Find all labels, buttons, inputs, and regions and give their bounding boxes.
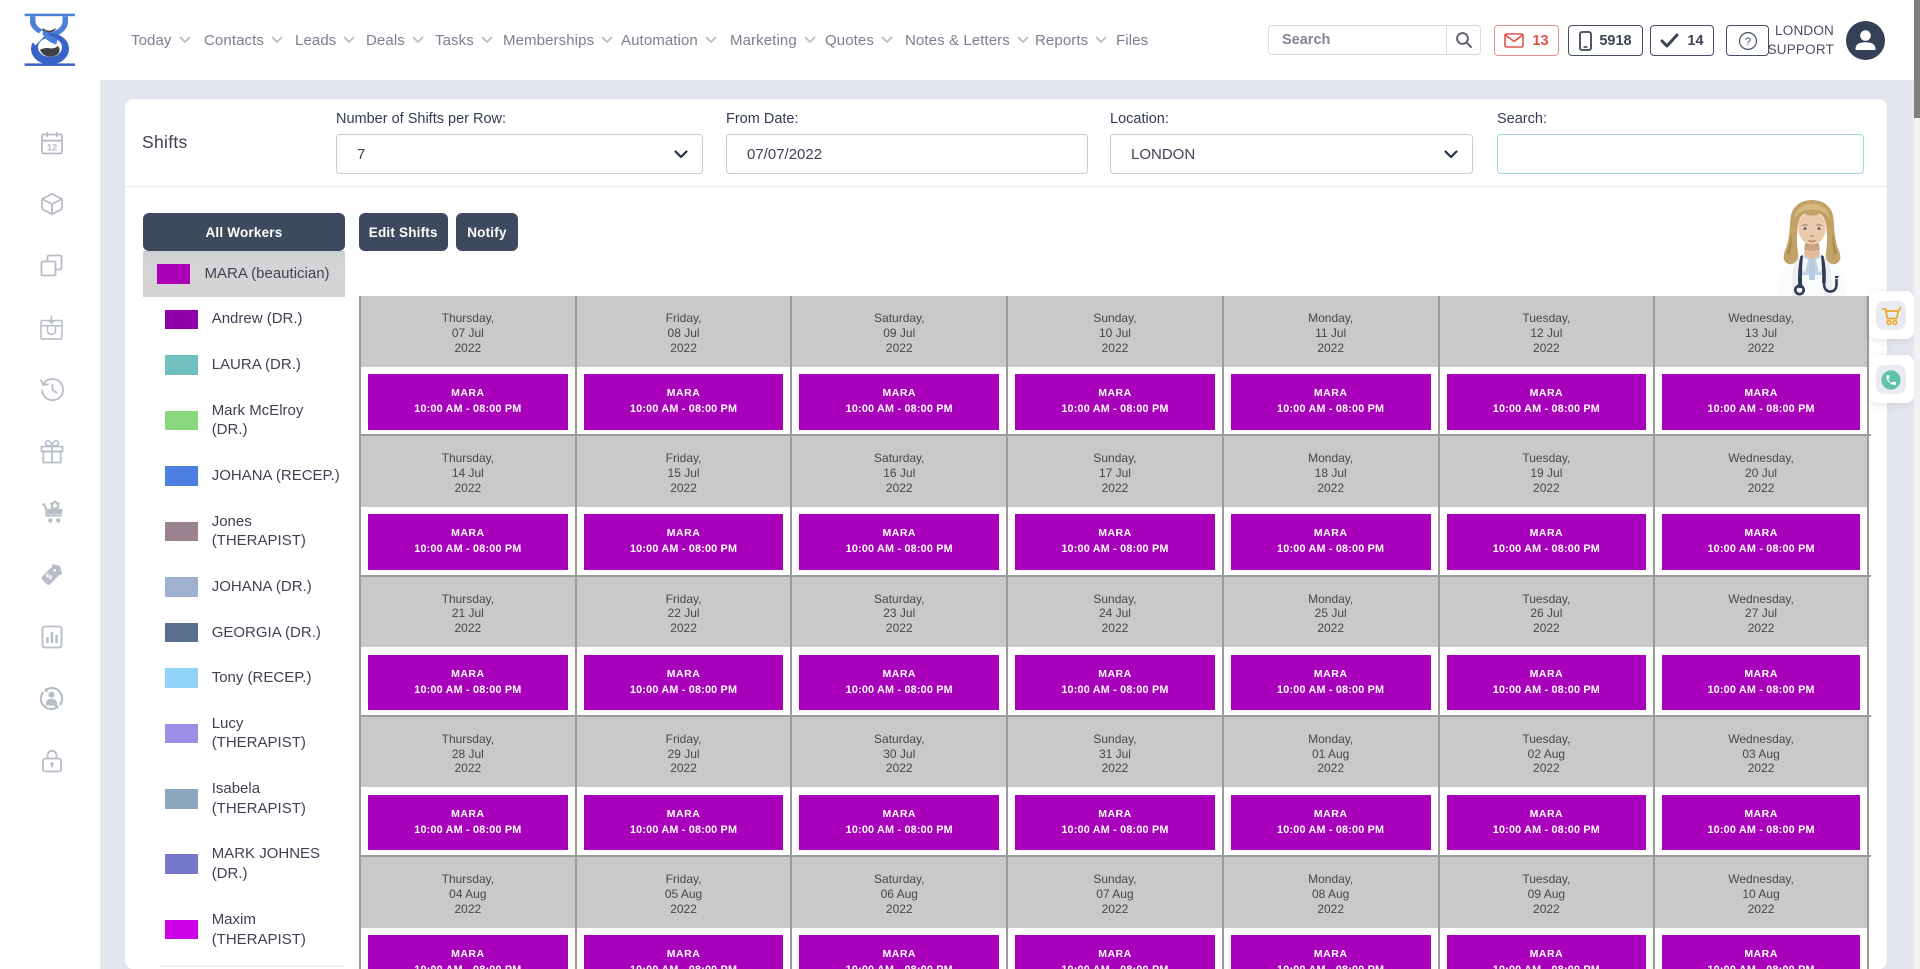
svg-text:?: ? <box>1744 35 1750 47</box>
svg-text:12: 12 <box>46 142 57 153</box>
